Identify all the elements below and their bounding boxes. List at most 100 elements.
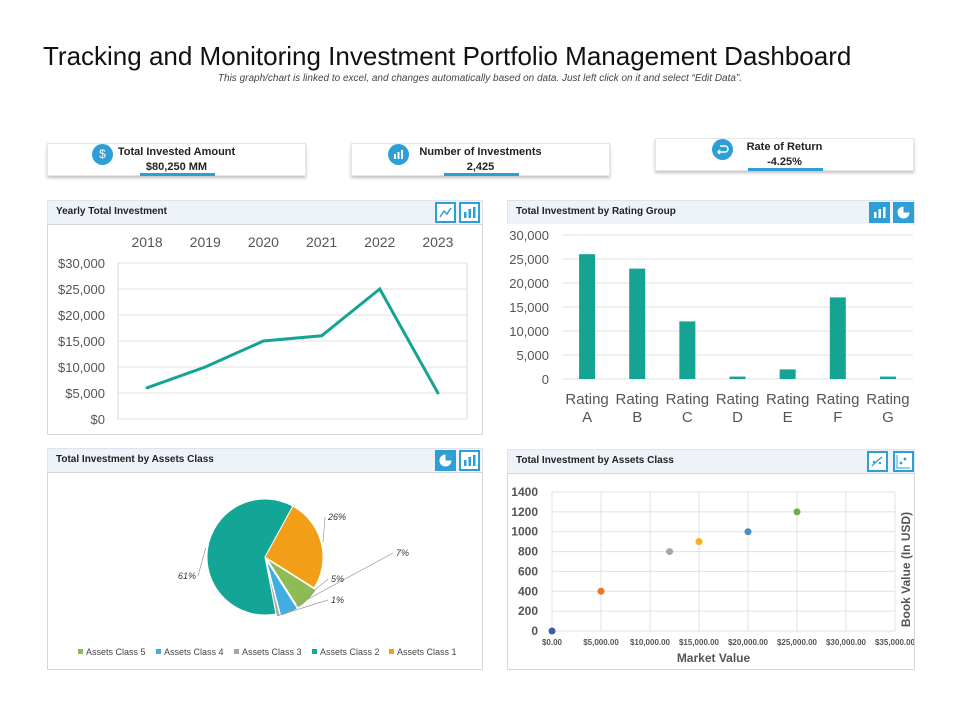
legend-swatch — [312, 649, 317, 654]
y-tick-label: 5,000 — [516, 348, 549, 363]
yearly-line-chart: $0 $5,000 $10,000 $15,000 $20,000 $25,000 $30,… — [58, 234, 468, 427]
x-tick-label: 2018 — [132, 234, 163, 250]
x-tick-label: $30,000.00 — [826, 638, 867, 647]
kpi-rate-of-return: Rate of Return -4.25% — [655, 138, 914, 171]
y-tick-label: $15,000 — [58, 334, 105, 349]
x-tick-label: $10,000.00 — [630, 638, 671, 647]
line-chart-icon[interactable] — [435, 202, 456, 223]
panel-title: Total Investment by Assets Class — [56, 454, 214, 465]
y-tick-label: $30,000 — [58, 256, 105, 271]
x-tick-label: 2019 — [190, 234, 221, 250]
kpi-value: -4.25% — [767, 156, 802, 168]
x-tick-label: 2023 — [422, 234, 453, 250]
data-point — [548, 627, 556, 635]
panel-title: Total Investment by Assets Class — [516, 455, 674, 466]
y-tick-label: 20,000 — [509, 276, 549, 291]
bar-chart-icon[interactable] — [459, 450, 480, 471]
data-point — [793, 508, 801, 516]
bar — [829, 297, 846, 379]
x-tick-label: Rating — [616, 391, 659, 408]
kpi-label: Total Invested Amount — [117, 146, 236, 158]
bar — [629, 268, 646, 379]
kpi-label: Rate of Return — [746, 141, 823, 153]
data-point — [320, 334, 324, 338]
data-label: 1% — [331, 595, 344, 605]
y-tick-label: $25,000 — [58, 282, 105, 297]
data-point — [145, 386, 149, 390]
legend-label: Assets Class 4 — [164, 647, 224, 657]
y-tick-label: 0 — [542, 372, 549, 387]
x-tick-label: G — [882, 409, 894, 426]
panel-title: Total Investment by Rating Group — [516, 206, 676, 217]
legend-swatch — [156, 649, 161, 654]
x-tick-label: $5,000.00 — [583, 638, 619, 647]
y-tick-label: $20,000 — [58, 308, 105, 323]
x-tick-label: 2022 — [364, 234, 395, 250]
page-title: Tracking and Monitoring Investment Portf… — [43, 41, 852, 71]
x-tick-label: Rating — [866, 391, 909, 408]
bar-chart-icon[interactable] — [869, 202, 890, 223]
bar — [579, 254, 596, 379]
x-tick-label: Rating — [565, 391, 608, 408]
yearly-panel-body: $0 $5,000 $10,000 $15,000 $20,000 $25,000 $30,… — [47, 224, 483, 435]
y-tick-label: 15,000 — [509, 300, 549, 315]
assets-scatter-panel-body: 0 200 400 600 800 1000 1200 1400 $0.00 $5,000.00 $… — [507, 473, 916, 670]
assets-scatter-panel-header: Total Investment by Assets Class — [507, 449, 915, 474]
data-point — [378, 287, 382, 291]
kpi-label: Number of Investments — [419, 146, 542, 158]
y-tick-label: 10,000 — [509, 324, 549, 339]
leader-line — [197, 547, 207, 577]
assets-pie-panel-body: 26% 7% 5% 1% 61% Assets Class 5 Assets Class 4… — [47, 472, 483, 670]
data-label: 61% — [178, 571, 196, 581]
x-tick-label: 2020 — [248, 234, 279, 250]
assets-scatter-chart: 0 200 400 600 800 1000 1200 1400 $0.00 $5,000.00 $… — [511, 485, 915, 665]
y-tick-label: 800 — [518, 545, 538, 559]
y-tick-label: $10,000 — [58, 360, 105, 375]
y-tick-label: 400 — [518, 584, 538, 598]
bar — [729, 376, 746, 379]
x-tick-label: C — [682, 409, 693, 426]
rating-panel-header: Total Investment by Rating Group — [507, 200, 915, 225]
legend-swatch — [389, 649, 394, 654]
x-tick-label: E — [783, 409, 793, 426]
bar-chart-icon[interactable] — [459, 202, 480, 223]
y-tick-label: 1200 — [511, 505, 538, 519]
x-tick-label: Rating — [816, 391, 859, 408]
kpi-value: 2,425 — [466, 161, 495, 173]
rating-panel-body: 0 5,000 10,000 15,000 20,000 25,000 30,000 Rati… — [507, 224, 913, 433]
x-tick-label: F — [833, 409, 842, 426]
legend-swatch — [234, 649, 239, 654]
legend-label: Assets Class 5 — [86, 647, 146, 657]
y-tick-label: 30,000 — [509, 228, 549, 243]
trend-chart-icon[interactable] — [867, 451, 888, 472]
kpi-number-investments: Number of Investments 2,425 — [351, 143, 610, 176]
y-tick-label: 0 — [531, 624, 538, 638]
legend-label: Assets Class 3 — [242, 647, 302, 657]
y-axis-label: Book Value (In USD) — [899, 512, 913, 627]
bar — [779, 369, 796, 379]
pie-chart-icon[interactable] — [435, 450, 456, 471]
x-tick-label: D — [732, 409, 743, 426]
y-tick-label: 200 — [518, 604, 538, 618]
x-tick-label: $35,000.00 — [875, 638, 914, 647]
yearly-panel-header: Yearly Total Investment — [47, 200, 483, 225]
kpi-total-invested: $ Total Invested Amount $80,250 MM — [47, 143, 306, 176]
x-tick-label: $20,000.00 — [728, 638, 769, 647]
data-label: 7% — [396, 548, 409, 558]
y-tick-label: 25,000 — [509, 252, 549, 267]
assets-pie-panel-header: Total Investment by Assets Class — [47, 448, 483, 473]
y-tick-label: 600 — [518, 564, 538, 578]
data-point — [436, 391, 440, 395]
kpi-underline — [444, 173, 519, 176]
scatter-chart-icon[interactable] — [893, 451, 914, 472]
data-label: 26% — [327, 512, 346, 522]
leader-line — [322, 516, 326, 542]
legend-label: Assets Class 2 — [320, 647, 380, 657]
x-tick-label: A — [582, 409, 592, 426]
kpi-underline — [140, 173, 215, 176]
pie-chart-icon[interactable] — [893, 202, 914, 223]
y-tick-label: $0 — [91, 412, 105, 427]
x-tick-label: $25,000.00 — [777, 638, 818, 647]
legend-swatch — [78, 649, 83, 654]
x-tick-label: 2021 — [306, 234, 337, 250]
